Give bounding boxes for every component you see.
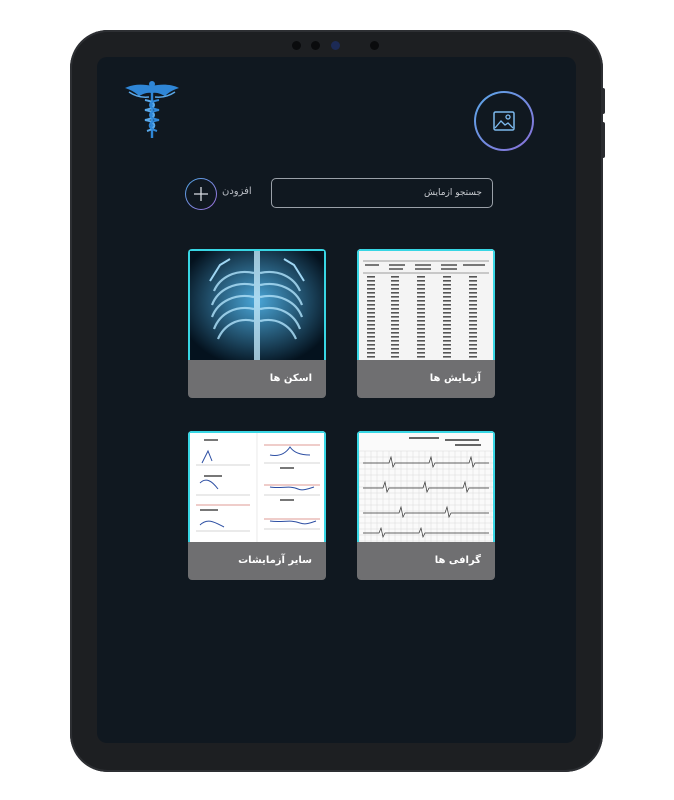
volume-down-button [601,122,605,158]
sensor-dot [370,41,379,50]
add-label: افزودن [222,186,252,197]
category-card-scans[interactable]: اسکن ها [188,249,326,398]
add-button[interactable] [185,178,217,210]
app-screen [97,57,576,743]
category-card-radiography[interactable]: گرافی ها [357,431,495,580]
sensor-dot [311,41,320,50]
lab-results-table-thumbnail [357,249,495,360]
ecg-strip-thumbnail [357,431,495,542]
search-input[interactable] [271,178,493,208]
category-card-lab-tests[interactable]: آزمایش ها [357,249,495,398]
caduceus-icon [125,81,179,138]
card-label: اسکن ها [269,373,312,384]
volume-up-button [601,88,605,114]
category-card-other-tests[interactable]: سایر آزمایشات [188,431,326,580]
plus-icon [194,187,208,201]
chest-xray-thumbnail [188,249,326,360]
image-icon [493,111,515,131]
card-label: آزمایش ها [429,373,481,384]
image-upload-button[interactable] [474,91,534,151]
camera-lens [331,41,340,50]
card-label: سایر آزمایشات [238,555,312,566]
sensor-dot [292,41,301,50]
test-graphs-thumbnail [188,431,326,542]
card-label: گرافی ها [434,555,481,566]
